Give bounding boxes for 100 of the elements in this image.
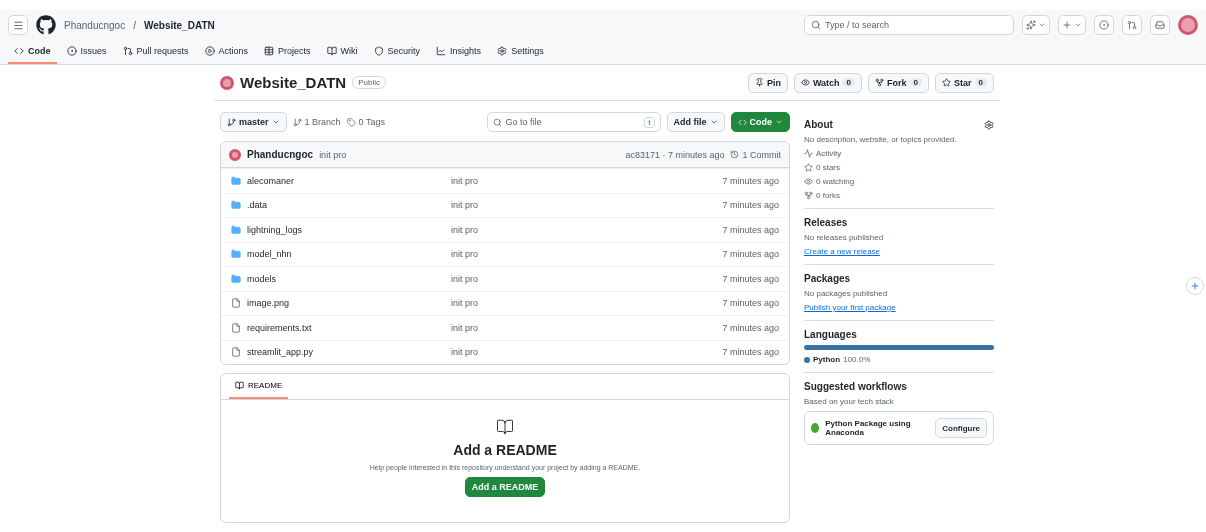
commit-message[interactable]: init pro (451, 273, 723, 284)
repo-link[interactable]: Website_DATN (143, 19, 215, 31)
star-icon (804, 163, 813, 172)
pull-requests-button[interactable] (1122, 15, 1142, 35)
repo-tab[interactable]: Insights (430, 40, 488, 64)
file-icon (231, 322, 241, 333)
circle-dot-icon (1099, 20, 1109, 30)
issues-button[interactable] (1094, 15, 1114, 35)
section-title: About (804, 119, 833, 130)
commit-message[interactable]: init pro (451, 249, 723, 260)
search-field[interactable]: Type / to search (804, 15, 1014, 35)
owner-link[interactable]: Phanducngoc (64, 19, 126, 31)
repo-tab[interactable]: Actions (198, 40, 255, 64)
chart-icon (436, 46, 447, 56)
plus-icon (1062, 20, 1072, 30)
stat-link[interactable]: Activity (804, 149, 994, 158)
configure-button[interactable]: Configure (935, 418, 987, 438)
copilot-button[interactable] (1186, 277, 1204, 295)
file-name[interactable]: model_nhn (231, 249, 451, 260)
commit-time: 7 minutes ago (722, 200, 779, 211)
repo-tab[interactable]: Wiki (320, 40, 364, 64)
chevron-down-icon (271, 118, 280, 126)
commits-link[interactable]: 1 Commit (730, 149, 781, 160)
commit-time: 7 minutes ago (722, 322, 779, 333)
add-readme-button[interactable]: Add a README (464, 477, 546, 497)
eye-icon (800, 78, 810, 87)
file-name[interactable]: image.png (231, 298, 451, 309)
file-name[interactable]: alecomaner (231, 175, 451, 186)
folder-icon (231, 175, 241, 186)
stat-link[interactable]: 0 forks (804, 191, 994, 200)
commit-message[interactable]: init pro (319, 149, 347, 160)
logo-icon[interactable] (36, 15, 56, 35)
commit-message[interactable]: init pro (451, 347, 723, 358)
sparkles-icon (1026, 20, 1036, 30)
settings-icon (497, 46, 508, 56)
repo-action-button[interactable]: Pin (747, 72, 788, 93)
commit-time: 7 minutes ago (722, 298, 779, 309)
stat-link[interactable]: 0 watching (804, 177, 994, 186)
shield-icon (373, 46, 384, 56)
file-name[interactable]: streamlit_app.py (231, 347, 451, 358)
commit-message[interactable]: init pro (451, 224, 723, 235)
section-text: No packages published (804, 289, 889, 298)
workflow-name: Python Package using Anaconda (825, 419, 912, 437)
code-button[interactable]: Code (730, 112, 790, 132)
menu-button[interactable] (8, 15, 28, 35)
commit-message[interactable]: init pro (451, 200, 723, 211)
section-link[interactable]: Create a new release (804, 247, 994, 256)
repo-action-button[interactable]: Fork 0 (868, 72, 930, 93)
repo-tab[interactable]: Security (367, 40, 427, 64)
folder-icon (231, 249, 241, 260)
play-icon (204, 46, 215, 56)
settings-icon[interactable] (984, 119, 994, 130)
repo-tab[interactable]: Projects (258, 40, 317, 64)
pull-request-icon (122, 46, 133, 56)
breadcrumb-separator: / (133, 19, 136, 31)
branches-link[interactable]: 1 Branch (292, 117, 341, 127)
repo-tab[interactable]: Code (8, 40, 57, 64)
file-name[interactable]: models (231, 273, 451, 284)
folder-icon (231, 224, 241, 235)
chevron-down-icon (709, 118, 718, 126)
file-icon (231, 347, 241, 358)
search-icon (492, 117, 502, 127)
file-name[interactable]: lightning_logs (231, 224, 451, 235)
author-avatar (229, 148, 241, 161)
file-name[interactable]: .data (231, 200, 451, 211)
repo-tab[interactable]: Pull requests (116, 40, 195, 64)
add-file-button[interactable]: Add file (666, 112, 725, 132)
commit-time: 7 minutes ago (722, 224, 779, 235)
avatar[interactable] (1178, 15, 1198, 35)
file-name[interactable]: requirements.txt (231, 322, 451, 333)
tags-link[interactable]: 0 Tags (346, 117, 385, 127)
language-percent: 100.0% (843, 355, 871, 364)
copilot-button[interactable] (1022, 15, 1050, 35)
readme-tab[interactable]: README (229, 374, 289, 399)
section-title: Languages (804, 329, 857, 340)
plus-icon (1190, 281, 1200, 291)
stat-link[interactable]: 0 stars (804, 163, 994, 172)
code-icon (14, 46, 24, 56)
commit-time: 7 minutes ago (722, 175, 779, 186)
commit-message[interactable]: init pro (451, 298, 723, 309)
repo-action-button[interactable]: Star 0 (935, 72, 994, 93)
repo-tab[interactable]: Issues (60, 40, 113, 64)
pin-icon (754, 78, 764, 87)
section-title: Suggested workflows (804, 381, 907, 392)
chevron-down-icon (775, 118, 783, 126)
commit-author[interactable]: Phanducngoc (247, 149, 314, 160)
tag-icon (346, 117, 356, 127)
commit-message[interactable]: init pro (451, 175, 723, 186)
circle-dot-icon (66, 46, 77, 56)
section-link[interactable]: Publish your first package (804, 303, 994, 312)
table-icon (264, 46, 275, 56)
book-icon (326, 46, 337, 56)
repo-tab[interactable]: Settings (491, 40, 550, 64)
branch-button[interactable]: master (220, 112, 287, 132)
inbox-button[interactable] (1150, 15, 1170, 35)
create-button[interactable] (1058, 15, 1086, 35)
go-to-file-field[interactable]: Go to file t (486, 112, 661, 132)
commit-message[interactable]: init pro (451, 322, 723, 333)
repo-action-button[interactable]: Watch 0 (793, 72, 863, 93)
book-icon (496, 418, 514, 436)
